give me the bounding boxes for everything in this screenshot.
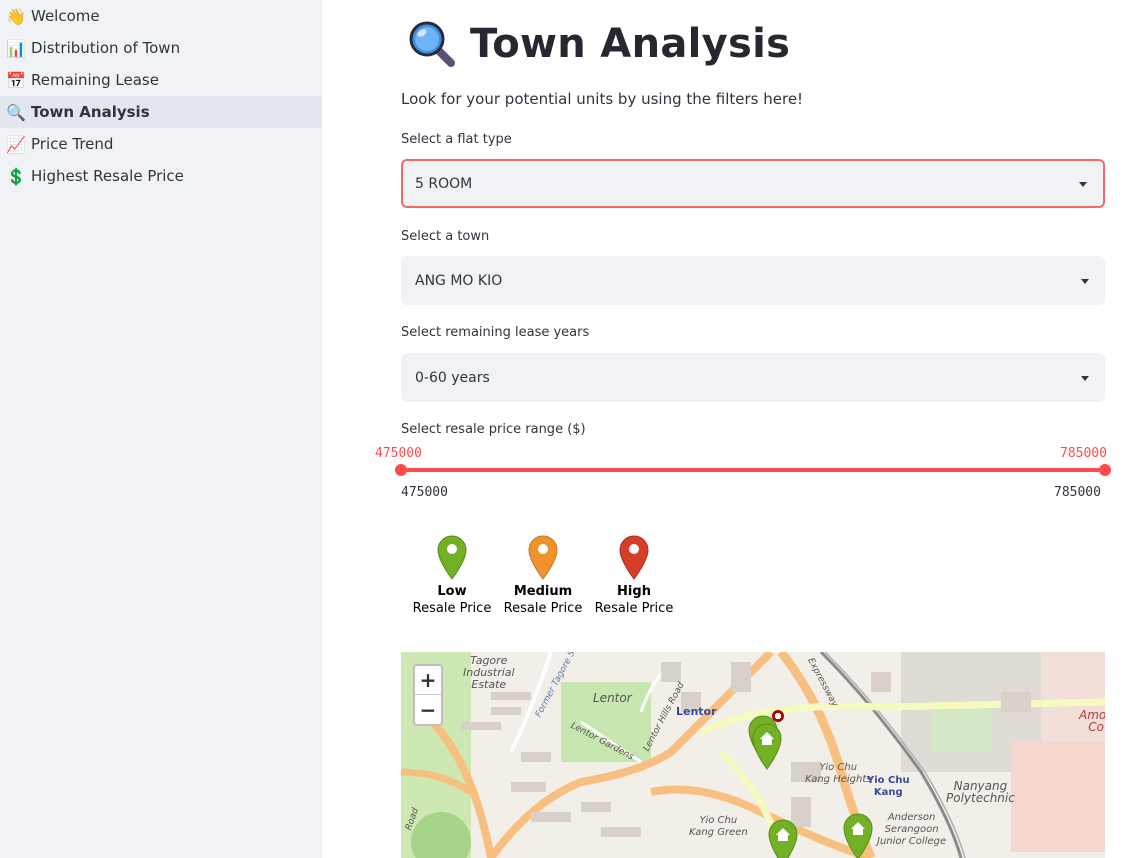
legend-sub: Resale Price: [503, 601, 583, 616]
chevron-down-icon: [1081, 375, 1089, 381]
map-label-yio-chu-kang-station: Yio Chu Kang: [867, 775, 910, 798]
sidebar-item-label: Price Trend: [31, 135, 114, 153]
sidebar-item-distribution-of-town[interactable]: 📊 Distribution of Town: [0, 32, 322, 64]
price-slider-track[interactable]: [401, 468, 1105, 472]
lease-label: Select remaining lease years: [401, 325, 590, 340]
map-label-amoy: Amoy Co: [1079, 708, 1105, 734]
legend-level: Medium: [513, 584, 573, 599]
legend-medium: Medium Resale Price: [493, 534, 593, 616]
town-label: Select a town: [401, 229, 490, 244]
flat-type-select[interactable]: 5 ROOM: [401, 159, 1105, 208]
map-label-yio-chu-kang-heights: Yio Chu Kang Heights: [805, 762, 872, 785]
lease-value: 0-60 years: [415, 369, 490, 386]
sidebar-item-label: Distribution of Town: [31, 39, 181, 57]
dollar-icon: 💲: [6, 166, 26, 186]
zoom-in-button[interactable]: +: [415, 666, 441, 695]
legend-low: Low Resale Price: [402, 534, 502, 616]
zoom-controls: + −: [413, 664, 443, 726]
chevron-down-icon: [1079, 181, 1087, 187]
map-marker[interactable]: [750, 721, 784, 771]
sidebar-item-welcome[interactable]: 👋 Welcome: [0, 0, 322, 32]
legend-high: High Resale Price: [584, 534, 684, 616]
map-label-nanyang: Nanyang Polytechnic: [946, 779, 1015, 805]
map-label-lentor: Lentor: [593, 691, 632, 705]
flat-type-value: 5 ROOM: [415, 175, 473, 192]
town-select[interactable]: ANG MO KIO: [401, 256, 1105, 305]
slider-min-value: 475000: [375, 446, 422, 461]
map-pin-icon: [437, 535, 467, 580]
chevron-down-icon: [1081, 278, 1089, 284]
map-marker[interactable]: [766, 817, 800, 858]
legend-sub: Resale Price: [594, 601, 674, 616]
slider-range-max: 785000: [1054, 485, 1101, 500]
intro-text: Look for your potential units by using t…: [401, 90, 804, 108]
map-marker[interactable]: [841, 811, 875, 858]
lease-select[interactable]: 0-60 years: [401, 353, 1105, 402]
map-label-anderson: Anderson Serangoon Junior College: [877, 812, 947, 847]
sidebar-item-highest-resale-price[interactable]: 💲 Highest Resale Price: [0, 160, 322, 192]
price-slider-min-thumb[interactable]: [395, 464, 407, 476]
map-label-yio-chu-kang-green: Yio Chu Kang Green: [689, 815, 748, 838]
main-content: Town Analysis Look for your potential un…: [322, 0, 1137, 858]
map-label-tagore: Tagore Industrial Estate: [463, 654, 515, 691]
sidebar-item-label: Highest Resale Price: [31, 167, 184, 185]
sidebar-item-town-analysis[interactable]: 🔍 Town Analysis: [0, 96, 322, 128]
page-header: Town Analysis: [406, 18, 790, 70]
sidebar: 👋 Welcome 📊 Distribution of Town 📅 Remai…: [0, 0, 322, 858]
slider-range-min: 475000: [401, 485, 448, 500]
bar-chart-icon: 📊: [6, 38, 26, 58]
legend-sub: Resale Price: [412, 601, 492, 616]
legend-level: Low: [437, 584, 467, 599]
flat-type-label: Select a flat type: [401, 132, 512, 147]
calendar-icon: 📅: [6, 70, 26, 90]
price-slider-max-thumb[interactable]: [1099, 464, 1111, 476]
map-label-lentor-station: Lentor: [676, 705, 717, 718]
trend-up-icon: 📈: [6, 134, 26, 154]
price-range-label: Select resale price range ($): [401, 422, 586, 437]
waving-hand-icon: 👋: [6, 6, 26, 26]
map-pin-icon: [528, 535, 558, 580]
magnifier-icon: [409, 21, 455, 67]
map[interactable]: + − Tagore Industrial Estate Lentor Lent…: [401, 652, 1105, 858]
sidebar-item-label: Welcome: [31, 7, 100, 25]
sidebar-item-label: Remaining Lease: [31, 71, 159, 89]
map-pin-icon: [619, 535, 649, 580]
sidebar-item-remaining-lease[interactable]: 📅 Remaining Lease: [0, 64, 322, 96]
page-title: Town Analysis: [470, 21, 791, 67]
sidebar-item-label: Town Analysis: [31, 103, 150, 121]
legend-level: High: [617, 584, 651, 599]
magnifier-icon: 🔍: [6, 102, 26, 122]
sidebar-item-price-trend[interactable]: 📈 Price Trend: [0, 128, 322, 160]
slider-max-value: 785000: [1060, 446, 1107, 461]
zoom-out-button[interactable]: −: [415, 695, 441, 724]
town-value: ANG MO KIO: [415, 272, 503, 289]
